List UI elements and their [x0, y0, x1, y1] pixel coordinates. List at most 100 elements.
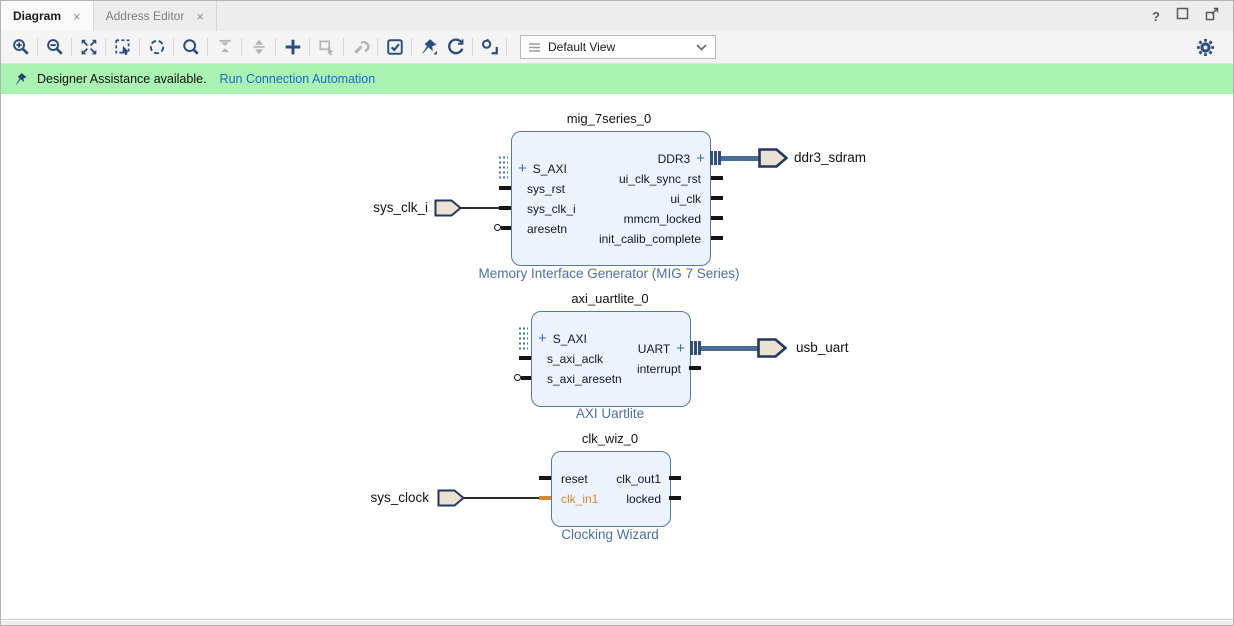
tab-diagram-close-icon[interactable]: × [73, 9, 81, 24]
search-icon[interactable] [177, 34, 204, 60]
block-type-caption: Clocking Wizard [510, 527, 710, 542]
expand-interface-icon[interactable]: + [676, 342, 685, 356]
layout-list-icon [529, 43, 540, 52]
pin-stub[interactable] [501, 226, 511, 230]
block-instance-name: mig_7series_0 [509, 111, 709, 126]
collapse-block-icon[interactable] [211, 34, 238, 60]
zoom-out-icon[interactable] [41, 34, 68, 60]
make-external-icon[interactable] [313, 34, 340, 60]
pin-stub[interactable] [711, 176, 723, 180]
active-low-bubble [514, 374, 521, 381]
external-port-label: sys_clock [329, 489, 429, 507]
external-port-sys-clk-i[interactable] [434, 199, 462, 222]
designer-assistance-pin-icon [14, 71, 28, 87]
bus-hatch [710, 151, 713, 165]
unconnected-interface-dots [518, 326, 528, 352]
chevron-down-icon [696, 44, 707, 51]
view-selector-dropdown[interactable]: Default View [520, 35, 716, 59]
block-instance-name: axi_uartlite_0 [510, 291, 710, 306]
external-port-sys-clock[interactable] [437, 489, 465, 512]
pin-mmcm-locked[interactable]: mmcm_locked [512, 209, 710, 229]
pin-stub[interactable] [669, 496, 681, 500]
add-ip-icon[interactable] [279, 34, 306, 60]
help-icon[interactable]: ? [1152, 9, 1160, 24]
net-uart[interactable] [701, 346, 758, 351]
tab-bar: Diagram × Address Editor × ? [1, 1, 1233, 32]
block-clk-wiz[interactable]: reset clk_in1 clk_out1 locked [551, 451, 671, 527]
active-low-bubble [494, 224, 501, 231]
external-port-label: ddr3_sdram [794, 149, 866, 167]
tab-diagram[interactable]: Diagram × [1, 1, 94, 31]
pin-stub[interactable] [499, 206, 511, 210]
zoom-to-selection-icon[interactable] [109, 34, 136, 60]
pin-stub[interactable] [711, 196, 723, 200]
pin-label: clk_out1 [616, 472, 661, 486]
expand-interface-icon[interactable]: + [696, 152, 705, 166]
tab-address-editor-label: Address Editor [106, 9, 185, 23]
designer-assistance-banner: Designer Assistance available. Run Conne… [1, 64, 1233, 94]
vivado-diagram-window: Diagram × Address Editor × ? [0, 0, 1234, 626]
pin-label: interrupt [637, 362, 681, 376]
zoom-in-icon[interactable] [7, 34, 34, 60]
pin-label: init_calib_complete [599, 232, 701, 246]
pin-stub[interactable] [499, 186, 511, 190]
customize-block-icon[interactable] [347, 34, 374, 60]
net-sys-clock[interactable] [464, 497, 539, 499]
pin-stub[interactable] [521, 376, 531, 380]
pin-label: UART [638, 342, 670, 356]
pin-stub[interactable] [539, 496, 551, 500]
float-window-icon[interactable] [1205, 7, 1219, 26]
block-instance-name: clk_wiz_0 [510, 431, 710, 446]
pin-ddr3[interactable]: DDR3 + [512, 149, 710, 169]
block-axi-uartlite[interactable]: + S_AXI s_axi_aclk s_axi_aresetn UART + … [531, 311, 691, 407]
regenerate-layout-icon[interactable] [442, 34, 469, 60]
external-port-ddr3-sdram[interactable] [758, 148, 788, 173]
pin-stub[interactable] [539, 476, 551, 480]
diagram-canvas[interactable]: mig_7series_0 + S_AXI sys_rst sys_clk_i … [1, 94, 1233, 620]
pin-stub[interactable] [669, 476, 681, 480]
pin-label: ui_clk [670, 192, 701, 206]
external-port-label: usb_uart [796, 339, 849, 357]
view-selector-value: Default View [548, 40, 688, 54]
pin-label: DDR3 [658, 152, 691, 166]
pin-stub[interactable] [711, 216, 723, 220]
external-port-usb-uart[interactable] [757, 338, 787, 363]
tab-address-editor[interactable]: Address Editor × [94, 1, 217, 31]
tab-address-editor-close-icon[interactable]: × [196, 9, 204, 24]
bus-hatch [714, 151, 717, 165]
maximize-icon[interactable] [1176, 7, 1189, 25]
pin-stub[interactable] [711, 236, 723, 240]
bus-hatch [690, 341, 693, 355]
external-port-label: sys_clk_i [328, 199, 428, 217]
unconnected-interface-dots [498, 155, 508, 181]
block-type-caption: Memory Interface Generator (MIG 7 Series… [409, 266, 809, 281]
block-type-caption: AXI Uartlite [510, 406, 710, 421]
diagram-toolbar: Default View [1, 31, 1233, 64]
autofit-selection-icon[interactable] [143, 34, 170, 60]
pin-label: ui_clk_sync_rst [619, 172, 701, 186]
bus-hatch [694, 341, 697, 355]
pin-init-calib-complete[interactable]: init_calib_complete [512, 229, 710, 249]
zoom-fit-icon[interactable] [75, 34, 102, 60]
pin-ui-clk[interactable]: ui_clk [512, 189, 710, 209]
pin-icon[interactable] [415, 34, 442, 60]
pin-interrupt[interactable]: interrupt [532, 359, 690, 379]
pin-clk-out1[interactable]: clk_out1 [552, 469, 670, 489]
pin-stub[interactable] [689, 366, 701, 370]
validate-design-icon[interactable] [381, 34, 408, 60]
titlebar-controls: ? [1152, 1, 1233, 31]
settings-gear-icon[interactable] [1192, 34, 1219, 60]
pin-label: mmcm_locked [624, 212, 701, 226]
pin-locked[interactable]: locked [552, 489, 670, 509]
optimize-routing-icon[interactable] [476, 34, 503, 60]
pin-label: locked [626, 492, 661, 506]
tab-diagram-label: Diagram [13, 9, 61, 23]
net-sys-clk-i[interactable] [461, 207, 499, 209]
pin-ui-clk-sync-rst[interactable]: ui_clk_sync_rst [512, 169, 710, 189]
pin-uart[interactable]: UART + [532, 339, 690, 359]
run-connection-automation-link[interactable]: Run Connection Automation [220, 72, 376, 86]
block-mig-7series[interactable]: + S_AXI sys_rst sys_clk_i aresetn DDR3 +… [511, 131, 711, 266]
expand-block-icon[interactable] [245, 34, 272, 60]
net-ddr3[interactable] [721, 156, 759, 161]
pin-stub[interactable] [519, 356, 531, 360]
